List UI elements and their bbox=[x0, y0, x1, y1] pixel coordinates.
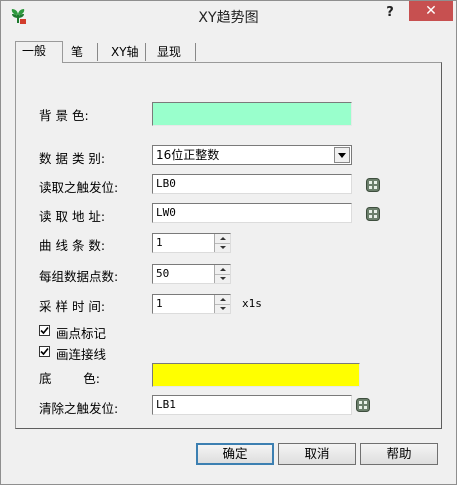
title-bar: XY趋势图 ? ✕ bbox=[1, 1, 456, 31]
bg-color-label: 背 景 色: bbox=[39, 108, 89, 123]
check-icon bbox=[40, 347, 49, 356]
sample-time-label: 采 样 时 间: bbox=[39, 299, 106, 314]
draw-lines-checkbox[interactable] bbox=[39, 346, 50, 357]
bg-color-swatch[interactable] bbox=[152, 102, 352, 126]
sample-time-stepper[interactable]: 1 bbox=[152, 294, 231, 314]
sample-time-unit: x1s bbox=[242, 297, 262, 310]
read-address-label: 读 取 地 址: bbox=[39, 209, 106, 224]
curve-count-value: 1 bbox=[156, 236, 163, 249]
base-color-label: 底 色: bbox=[39, 371, 100, 386]
dialog-window: XY趋势图 ? ✕ 一般 笔 XY轴 显现 背 景 色: 数 据 类 别: 16… bbox=[0, 0, 457, 485]
clear-trigger-label: 清除之触发位: bbox=[39, 401, 119, 416]
draw-lines-label[interactable]: 画连接线 bbox=[56, 344, 106, 363]
spin-down-icon[interactable] bbox=[215, 274, 230, 283]
address-picker-icon[interactable] bbox=[356, 398, 370, 412]
read-trigger-label: 读取之触发位: bbox=[39, 180, 119, 195]
tab-pen[interactable]: 笔 bbox=[65, 43, 98, 61]
points-label: 每组数据点数: bbox=[39, 269, 119, 284]
read-address-input[interactable]: LW0 bbox=[152, 203, 352, 223]
data-type-select[interactable]: 16位正整数 bbox=[152, 145, 352, 165]
address-picker-icon[interactable] bbox=[366, 207, 380, 221]
sample-time-value: 1 bbox=[156, 297, 163, 310]
help-button[interactable]: 帮助 bbox=[360, 443, 438, 465]
curve-count-spinner[interactable] bbox=[214, 234, 230, 252]
ok-button[interactable]: 确定 bbox=[196, 443, 274, 465]
points-stepper[interactable]: 50 bbox=[152, 264, 231, 284]
tab-general[interactable]: 一般 bbox=[15, 41, 63, 63]
spin-down-icon[interactable] bbox=[215, 304, 230, 313]
cancel-button[interactable]: 取消 bbox=[278, 443, 356, 465]
close-button[interactable]: ✕ bbox=[409, 1, 453, 21]
draw-points-checkbox[interactable] bbox=[39, 325, 50, 336]
data-type-label: 数 据 类 别: bbox=[39, 151, 106, 166]
address-picker-icon[interactable] bbox=[366, 178, 380, 192]
points-spinner[interactable] bbox=[214, 265, 230, 283]
base-color-swatch[interactable] bbox=[152, 363, 360, 387]
curve-count-stepper[interactable]: 1 bbox=[152, 233, 231, 253]
spin-down-icon[interactable] bbox=[215, 243, 230, 252]
read-trigger-input[interactable]: LB0 bbox=[152, 174, 352, 194]
tab-display[interactable]: 显现 bbox=[151, 43, 196, 61]
draw-points-label[interactable]: 画点标记 bbox=[56, 323, 106, 342]
chevron-down-icon[interactable] bbox=[334, 147, 350, 163]
clear-trigger-input[interactable]: LB1 bbox=[152, 395, 352, 415]
curve-count-label: 曲 线 条 数: bbox=[39, 238, 106, 253]
data-type-value: 16位正整数 bbox=[156, 148, 220, 162]
points-value: 50 bbox=[156, 267, 170, 280]
sample-time-spinner[interactable] bbox=[214, 295, 230, 313]
check-icon bbox=[40, 326, 49, 335]
tab-xy-axis[interactable]: XY轴 bbox=[105, 43, 146, 61]
help-title-button[interactable]: ? bbox=[379, 3, 401, 23]
